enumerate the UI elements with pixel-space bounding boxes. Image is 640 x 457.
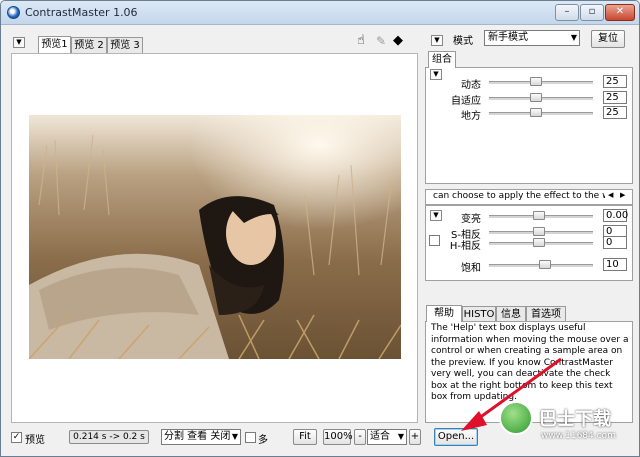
multi-label: 多 [258,435,268,446]
slider-thumb[interactable] [533,227,546,236]
slider-thumb[interactable] [530,77,543,86]
portrait-photo [29,115,401,359]
zoom-100-button[interactable]: 100% [323,429,353,445]
adjust-slider[interactable] [489,227,593,236]
slider-label: 自适应 [451,96,481,107]
slider-thumb[interactable] [538,260,551,269]
adjust-slider[interactable] [489,93,593,102]
slider-value-field[interactable]: 25 [603,106,627,119]
slider-value-field[interactable]: 25 [603,75,627,88]
mode-select[interactable]: 新手模式 ▼ [484,30,580,46]
minimize-button[interactable]: – [555,4,579,21]
window-title: ContrastMaster 1.06 [25,6,138,19]
reset-button[interactable]: 复位 [591,30,625,48]
adjust-slider[interactable] [489,108,593,117]
slider-thumb[interactable] [530,108,543,117]
adjust-slider[interactable] [489,260,593,269]
slider-value-field[interactable]: 0 [603,236,627,249]
tab-preview-3[interactable]: 预览 3 [107,37,143,53]
preview-image[interactable] [29,115,401,359]
preview-menu-dropdown[interactable]: ▼ [13,37,25,48]
zoom-fit-value: 适合 [370,431,390,442]
watermark-url: www.11684.com [541,431,616,441]
tab-preview-2[interactable]: 预览 2 [71,37,107,53]
tab-histo[interactable]: HISTO [462,306,496,322]
slider-value-field[interactable]: 10 [603,258,627,271]
slider-thumb[interactable] [530,93,543,102]
chevron-down-icon: ▼ [397,432,404,441]
zoom-out-button[interactable]: - [354,429,366,445]
maximize-button[interactable]: ▫ [580,4,604,21]
slider-label: 饱和 [461,263,481,274]
mode-select-value: 新手模式 [488,32,528,43]
preview-label: 预览 [25,435,45,446]
mode-menu-dropdown[interactable]: ▼ [431,35,443,46]
tab-info[interactable]: 信息 [496,306,526,322]
chevron-down-icon: ▼ [570,33,577,42]
slider-label: 地方 [461,111,481,122]
chevron-down-icon: ▼ [231,432,238,441]
mode-label: 模式 [453,36,473,47]
scroll-right-icon[interactable]: ▶ [620,191,625,199]
scroll-left-icon[interactable]: ◀ [608,191,613,199]
split-view-select[interactable]: 分割 查看 关闭 ▼ [161,429,241,445]
slider-value-field[interactable]: 0.00 [603,209,628,222]
preview-checkbox[interactable]: ✓ [11,432,22,443]
timing-readout: 0.214 s -> 0.2 s [69,430,149,444]
split-view-value: 分割 查看 关闭 [164,431,231,442]
tab-preferences[interactable]: 首选项 [526,306,566,322]
slider-label: 动态 [461,80,481,91]
adjust-slider[interactable] [489,77,593,86]
effect-info-text: can choose to apply the effect to the wh… [433,191,605,201]
slider-value-field[interactable]: 25 [603,91,627,104]
split-view-icon[interactable]: ◆ [393,33,403,48]
adjust-slider[interactable] [489,238,593,247]
slider-label: H-相反 [449,241,481,252]
slider-thumb[interactable] [533,211,546,220]
zoom-fit-select[interactable]: 适合 ▼ [367,429,407,445]
hand-tool-icon[interactable]: ☝ [357,33,365,48]
app-window: ContrastMaster 1.06 – ▫ ✕ ▼ 预览1 预览 2 预览 … [0,0,640,457]
color-picker-icon[interactable]: ✎ [376,34,386,48]
close-button[interactable]: ✕ [605,4,635,21]
tab-help[interactable]: 帮助 [426,305,462,322]
effect-enable-checkbox[interactable] [429,235,440,246]
title-bar: ContrastMaster 1.06 – ▫ ✕ [1,1,639,25]
watermark-site: 巴士下载 [539,409,611,430]
zoom-in-button[interactable]: + [409,429,421,445]
tab-preview-1[interactable]: 预览1 [38,36,71,53]
slider-label: 变亮 [461,214,481,225]
fit-button[interactable]: Fit [293,429,317,445]
multi-checkbox[interactable] [245,432,256,443]
app-icon [7,6,20,19]
tab-combination[interactable]: 组合 [428,51,456,68]
adjust-slider[interactable] [489,211,593,220]
watermark-logo-icon [499,401,533,435]
slider-thumb[interactable] [533,238,546,247]
